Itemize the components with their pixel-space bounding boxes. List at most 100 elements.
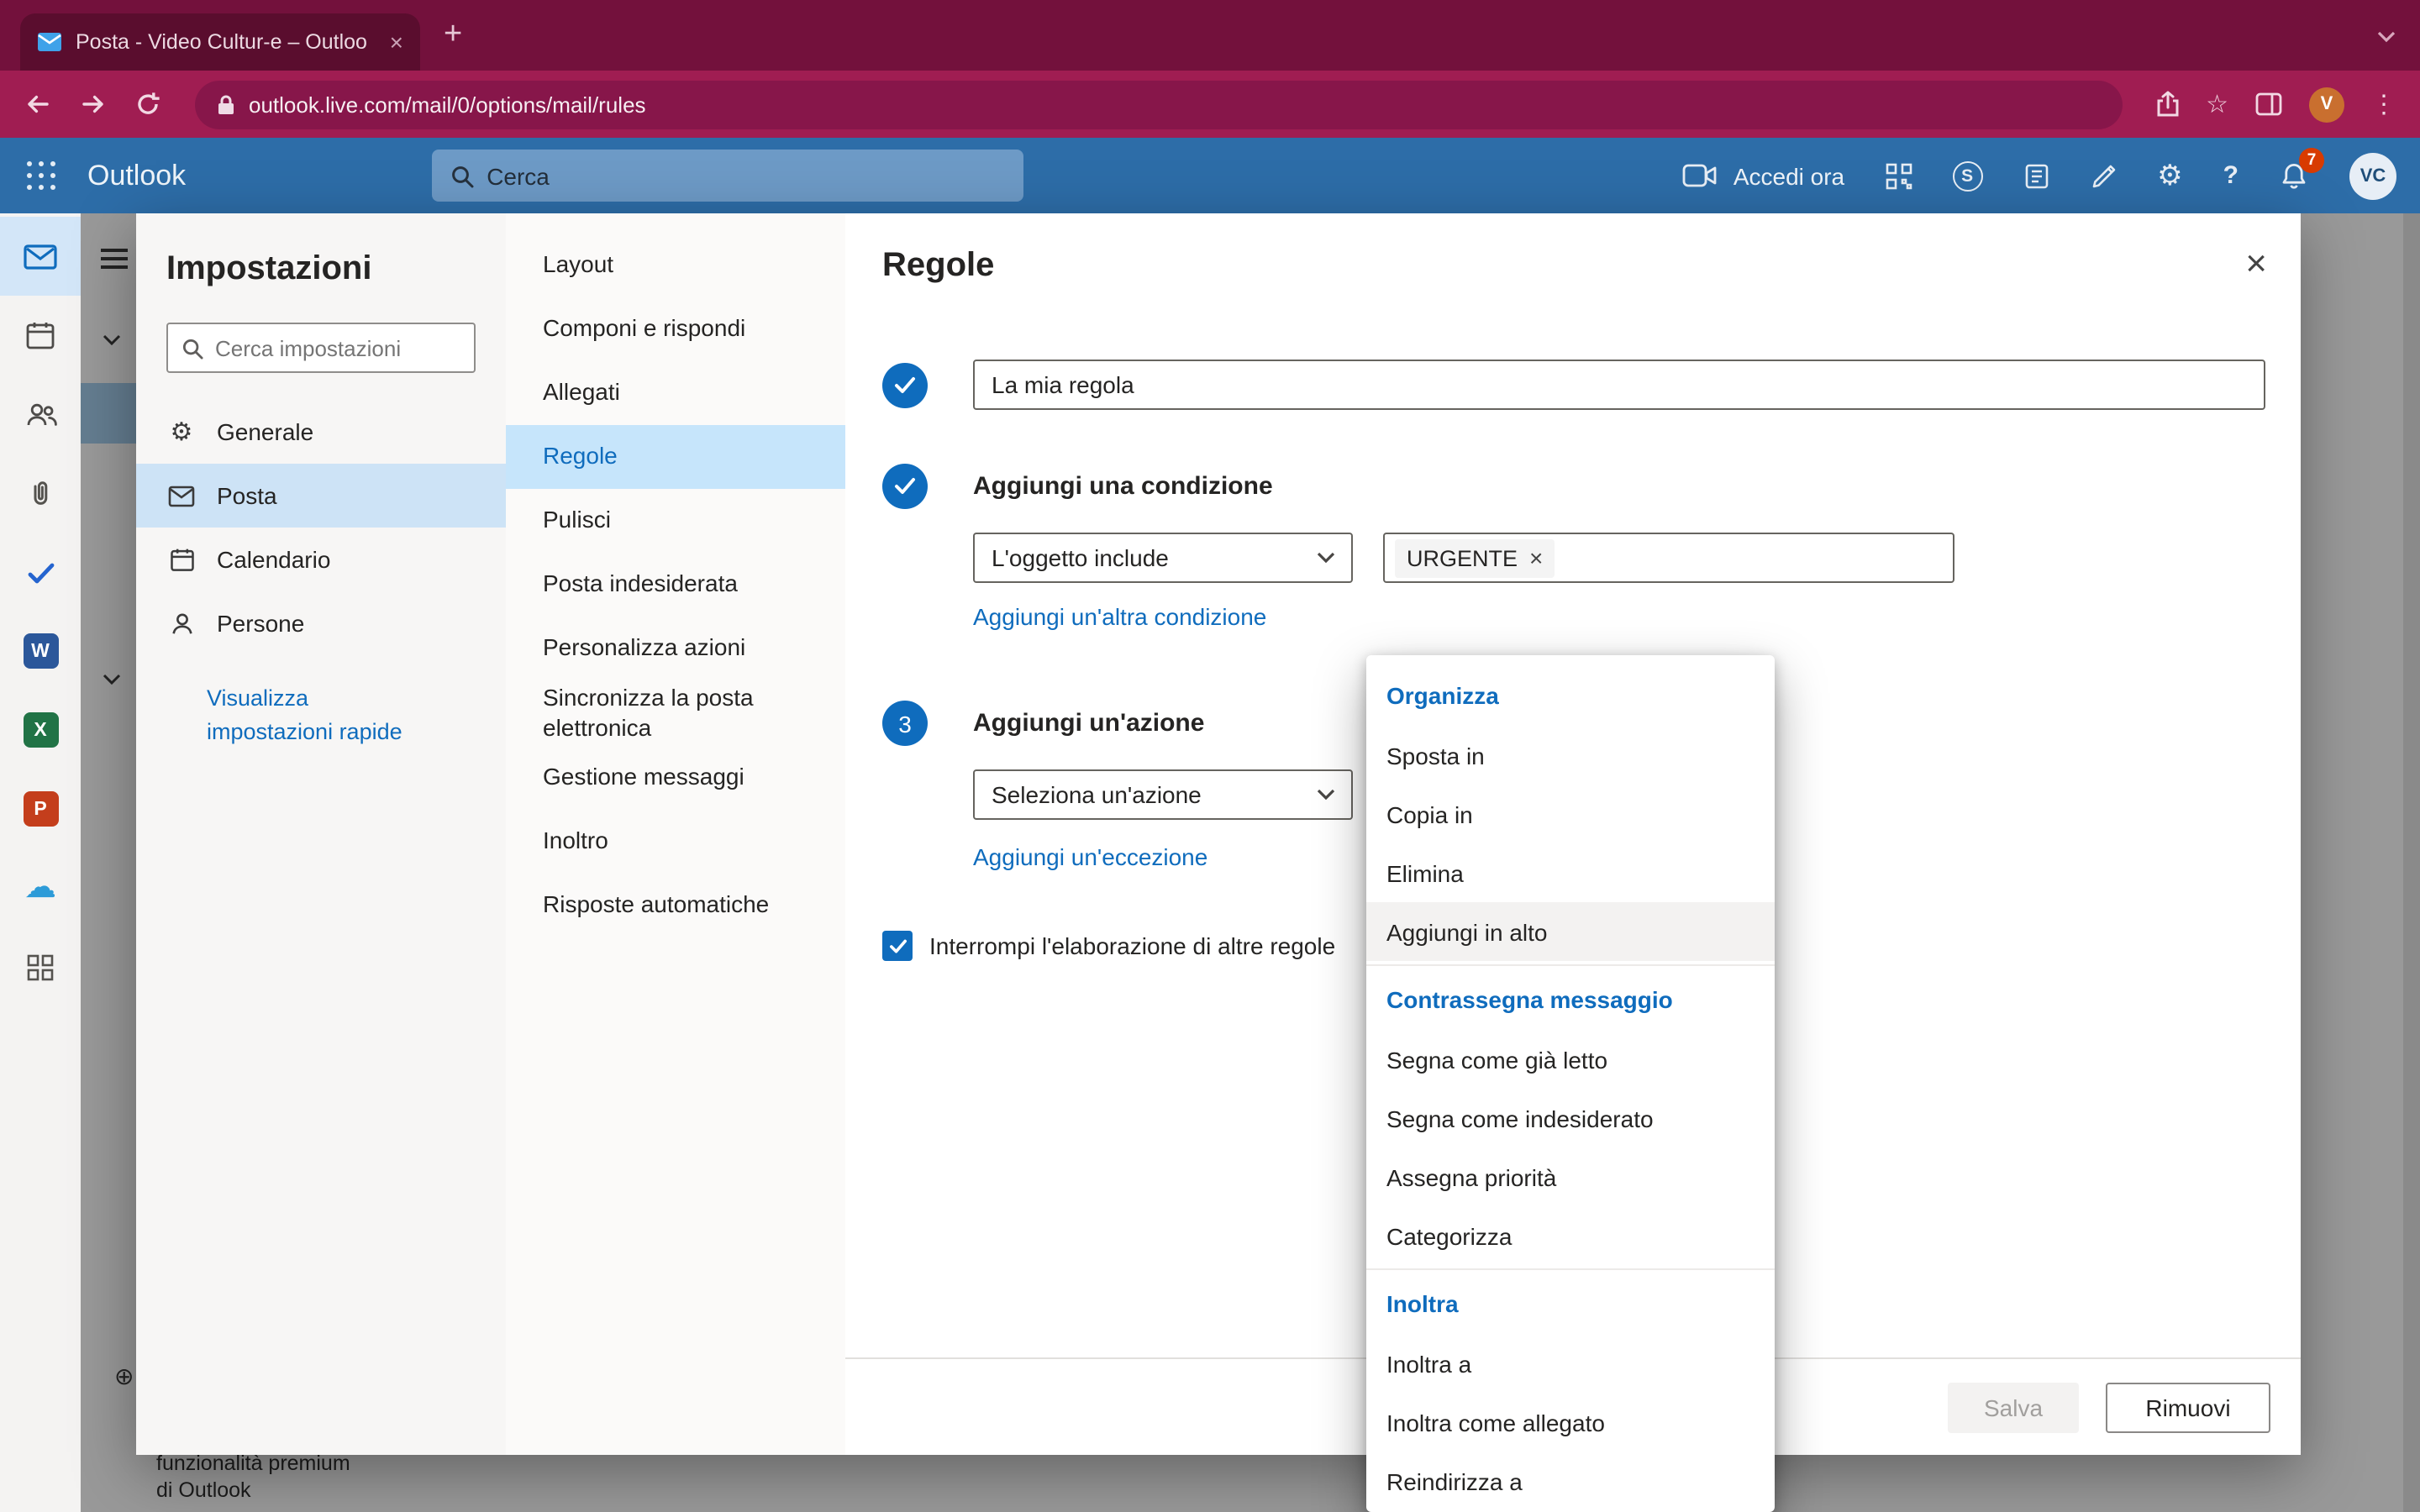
- side-panel-icon[interactable]: [2255, 92, 2282, 116]
- header-actions: Accedi ora S ⚙ ? 7 VC: [1683, 152, 2396, 199]
- settings-gear-icon[interactable]: ⚙: [2157, 161, 2183, 190]
- settings-category-generale[interactable]: ⚙ Generale: [136, 400, 506, 464]
- add-condition-link[interactable]: Aggiungi un'altra condizione: [973, 603, 1266, 630]
- menu-item-sposta-in[interactable]: Sposta in: [1366, 726, 1775, 785]
- menu-item-categorizza[interactable]: Categorizza: [1366, 1206, 1775, 1265]
- rail-mail-icon[interactable]: [0, 217, 81, 296]
- notifications-bell-icon[interactable]: 7: [2279, 160, 2309, 191]
- stop-processing-checkbox[interactable]: [882, 931, 913, 961]
- menu-item-aggiungi-in-alto[interactable]: Aggiungi in alto: [1366, 902, 1775, 961]
- meet-now-signin-button[interactable]: Accedi ora: [1683, 162, 1844, 189]
- section-risposte-automatiche[interactable]: Risposte automatiche: [506, 874, 845, 937]
- rail-todo-icon[interactable]: [0, 533, 81, 612]
- condition-heading-row: Aggiungi una condizione: [882, 464, 2267, 509]
- menu-item-segna-indesiderato[interactable]: Segna come indesiderato: [1366, 1089, 1775, 1147]
- rail-calendar-icon[interactable]: [0, 296, 81, 375]
- rail-excel-icon[interactable]: X: [0, 690, 81, 769]
- section-regole[interactable]: Regole: [506, 425, 845, 489]
- menu-item-elimina[interactable]: Elimina: [1366, 843, 1775, 902]
- section-personalizza-azioni[interactable]: Personalizza azioni: [506, 617, 845, 680]
- url-text: outlook.live.com/mail/0/options/mail/rul…: [249, 92, 646, 117]
- section-posta-indesiderata[interactable]: Posta indesiderata: [506, 553, 845, 617]
- browser-tab[interactable]: Posta - Video Cultur-e – Outloo ×: [20, 13, 420, 71]
- help-icon[interactable]: ?: [2223, 161, 2238, 190]
- menu-item-segna-letto[interactable]: Segna come già letto: [1366, 1030, 1775, 1089]
- action-select-value: Seleziona un'azione: [992, 781, 1306, 808]
- outlook-favicon-icon: [37, 32, 62, 52]
- rail-attachments-icon[interactable]: [0, 454, 81, 533]
- settings-category-posta[interactable]: Posta: [136, 464, 506, 528]
- camera-icon: [1683, 163, 1718, 188]
- chip-close-icon[interactable]: ×: [1529, 546, 1543, 570]
- add-exception-link[interactable]: Aggiungi un'eccezione: [973, 843, 1207, 870]
- share-icon[interactable]: [2155, 91, 2179, 118]
- account-avatar[interactable]: VC: [2349, 152, 2396, 199]
- settings-nav-panel: Impostazioni ⚙ Generale Posta: [136, 213, 506, 1455]
- rule-name-row: [882, 360, 2267, 410]
- feedback-pen-icon[interactable]: [2090, 162, 2117, 189]
- section-allegati[interactable]: Allegati: [506, 361, 845, 425]
- menu-group-contrassegna: Contrassegna messaggio: [1366, 969, 1775, 1030]
- settings-sections-panel: Layout Componi e rispondi Allegati Regol…: [506, 213, 845, 1455]
- section-pulisci[interactable]: Pulisci: [506, 489, 845, 553]
- rule-name-input[interactable]: [973, 360, 2265, 410]
- menu-item-inoltra-allegato[interactable]: Inoltra come allegato: [1366, 1393, 1775, 1452]
- skype-icon[interactable]: S: [1952, 160, 1982, 191]
- chevron-down-icon: [1316, 788, 1336, 801]
- action-select[interactable]: Seleziona un'azione: [973, 769, 1353, 820]
- menu-item-reindirizza-a[interactable]: Reindirizza a: [1366, 1452, 1775, 1510]
- settings-search-input[interactable]: [215, 335, 460, 360]
- menu-item-inoltra-a[interactable]: Inoltra a: [1366, 1334, 1775, 1393]
- menu-group-organizza: Organizza: [1366, 665, 1775, 726]
- section-layout[interactable]: Layout: [506, 234, 845, 297]
- settings-search-box[interactable]: [166, 323, 476, 373]
- settings-category-persone[interactable]: Persone: [136, 591, 506, 655]
- mail-icon: [166, 485, 197, 507]
- menu-item-assegna-priorita[interactable]: Assegna priorità: [1366, 1147, 1775, 1206]
- browser-tab-strip: Posta - Video Cultur-e – Outloo × +: [0, 0, 2420, 71]
- category-label: Calendario: [217, 546, 330, 573]
- condition-value-input[interactable]: URGENTE ×: [1383, 533, 1954, 583]
- step1-check-icon: [882, 362, 928, 407]
- settings-category-calendario[interactable]: Calendario: [136, 528, 506, 591]
- section-gestione-messaggi[interactable]: Gestione messaggi: [506, 746, 845, 810]
- condition-select[interactable]: L'oggetto include: [973, 533, 1353, 583]
- rail-powerpoint-icon[interactable]: P: [0, 769, 81, 848]
- reload-button[interactable]: [134, 91, 161, 118]
- settings-modal: Impostazioni ⚙ Generale Posta: [136, 213, 2301, 1455]
- chip-label: URGENTE: [1407, 545, 1518, 570]
- outlook-logo[interactable]: Outlook: [87, 159, 186, 192]
- rail-onedrive-icon[interactable]: ☁: [0, 848, 81, 927]
- forward-button[interactable]: [79, 91, 108, 118]
- menu-item-copia-in[interactable]: Copia in: [1366, 785, 1775, 843]
- notification-badge: 7: [2299, 147, 2324, 172]
- browser-menu-icon[interactable]: ⋮: [2371, 89, 2396, 119]
- quick-settings-link[interactable]: Visualizza impostazioni rapide: [207, 682, 422, 748]
- rail-more-apps-icon[interactable]: [0, 927, 81, 1006]
- section-inoltro[interactable]: Inoltro: [506, 810, 845, 874]
- browser-profile-avatar[interactable]: V: [2309, 87, 2344, 122]
- back-button[interactable]: [24, 91, 52, 118]
- qr-code-icon[interactable]: [1885, 162, 1912, 189]
- rail-word-icon[interactable]: W: [0, 612, 81, 690]
- chevron-down-icon: [1316, 551, 1336, 564]
- save-button[interactable]: Salva: [1948, 1382, 2079, 1432]
- calendar-icon: [166, 547, 197, 572]
- document-icon[interactable]: [2023, 162, 2049, 189]
- tab-close-icon[interactable]: ×: [390, 30, 403, 54]
- close-icon[interactable]: ×: [2245, 247, 2267, 281]
- app-launcher-icon[interactable]: [24, 159, 57, 192]
- condition-select-value: L'oggetto include: [992, 544, 1306, 571]
- section-sincronizza[interactable]: Sincronizza la posta elettronica: [506, 680, 845, 746]
- window-chevron-icon[interactable]: [2376, 22, 2396, 52]
- new-tab-button[interactable]: +: [444, 0, 462, 71]
- condition-row: L'oggetto include URGENTE ×: [973, 533, 2267, 583]
- remove-button[interactable]: Rimuovi: [2106, 1382, 2270, 1432]
- section-componi[interactable]: Componi e rispondi: [506, 297, 845, 361]
- header-search-box[interactable]: Cerca: [431, 150, 1023, 202]
- bookmark-star-icon[interactable]: ☆: [2206, 92, 2228, 117]
- screen: Posta - Video Cultur-e – Outloo × + outl…: [0, 0, 2420, 1512]
- menu-group-inoltra: Inoltra: [1366, 1273, 1775, 1334]
- rail-people-icon[interactable]: [0, 375, 81, 454]
- address-bar[interactable]: outlook.live.com/mail/0/options/mail/rul…: [195, 80, 2122, 129]
